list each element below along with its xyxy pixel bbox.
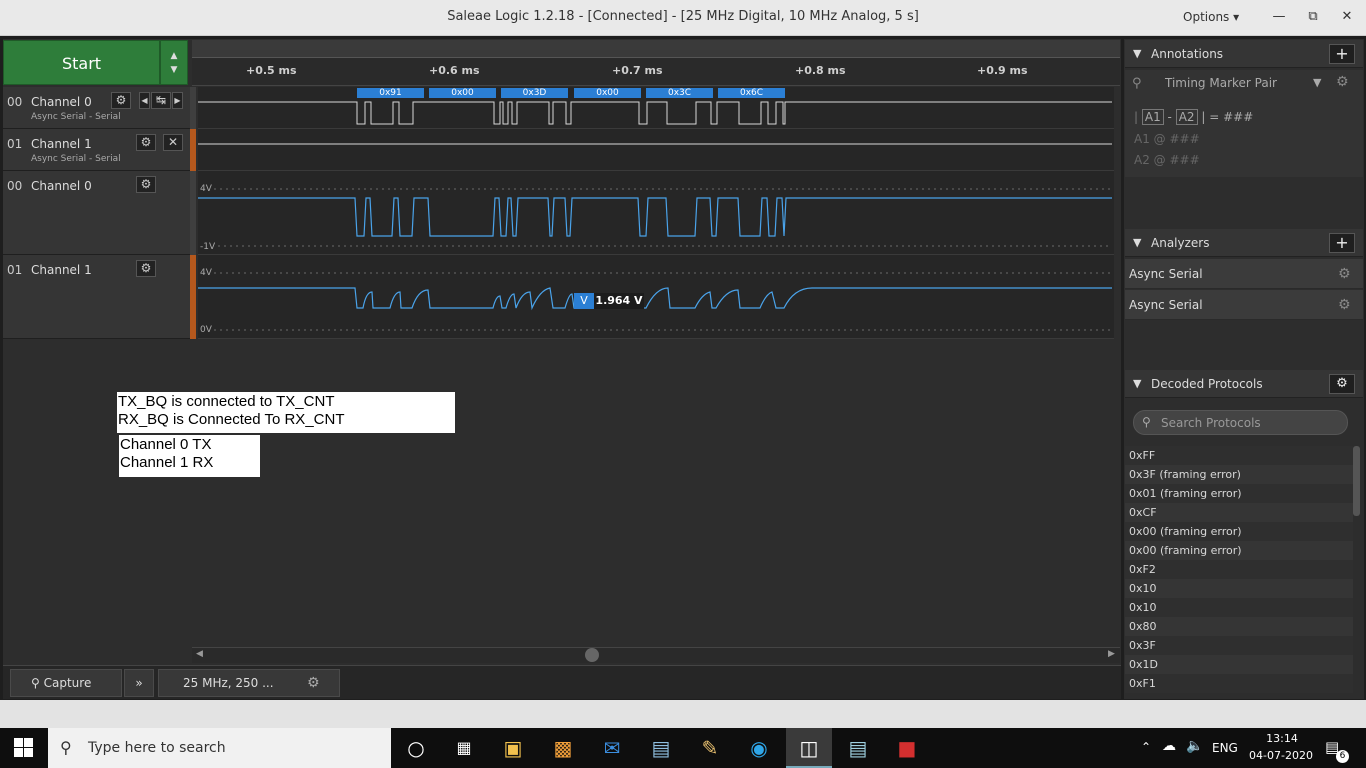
paint-icon[interactable]: ✎ — [697, 735, 723, 761]
taskbar-search-box[interactable]: ⚲ Type here to search — [48, 728, 391, 768]
marker-separator: - — [1167, 110, 1172, 124]
clock-date[interactable]: 04-07-2020 — [1246, 749, 1316, 762]
windows-start-icon[interactable] — [14, 738, 34, 758]
capture-tab[interactable]: ⚲ Capture — [10, 669, 122, 697]
analyzer-item[interactable]: Async Serial ⚙ — [1125, 290, 1363, 320]
file-explorer-icon[interactable]: ▣ — [500, 735, 526, 761]
marker-a1-a2-row: | A1 - A2 | = ### — [1134, 109, 1254, 125]
annotations-title: Annotations — [1151, 47, 1224, 61]
clock-time[interactable]: 13:14 — [1254, 732, 1310, 745]
analog-scale-top: 4V — [200, 184, 212, 194]
note-line: Channel 1 RX — [120, 454, 214, 471]
taskbar-search-placeholder: Type here to search — [88, 740, 226, 756]
analyzers-title: Analyzers — [1151, 236, 1210, 250]
decoded-protocols-header[interactable]: ▼ Decoded Protocols — [1125, 370, 1363, 398]
collapse-icon[interactable]: ▼ — [1133, 229, 1141, 257]
edge-browser-icon[interactable]: ◉ — [746, 735, 772, 761]
digital-waveform-ch0 — [198, 101, 1112, 125]
add-annotation-button[interactable]: + — [1329, 44, 1355, 64]
note-line: RX_BQ is Connected To RX_CNT — [118, 411, 345, 428]
decoded-protocol-row[interactable]: 0xCF — [1125, 503, 1353, 522]
analog-scale-bottom: 0V — [200, 325, 212, 335]
capture-rate-label: 25 MHz, 250 ... — [183, 676, 274, 690]
decoded-protocol-row[interactable]: 0x01 (framing error) — [1125, 484, 1353, 503]
marker-a2-badge[interactable]: A2 — [1175, 109, 1198, 125]
analog-scale-top: 4V — [200, 268, 212, 278]
decoded-protocol-row[interactable]: 0x3F (framing error) — [1125, 465, 1353, 484]
decoded-protocols-title: Decoded Protocols — [1151, 377, 1263, 391]
gear-icon[interactable]: ⚙ — [1329, 374, 1355, 394]
analyzer-name: Async Serial — [1129, 298, 1203, 312]
cloud-icon[interactable]: ☁ — [1162, 738, 1176, 754]
measure-value: 1.964 V — [594, 293, 644, 309]
decoded-protocol-row[interactable]: 0x1D — [1125, 655, 1353, 674]
scroll-thumb[interactable] — [585, 648, 599, 662]
decoded-protocol-row[interactable]: 0xFF — [1125, 446, 1353, 465]
analyzer-item[interactable]: Async Serial ⚙ — [1125, 259, 1363, 289]
analog-waveform-ch1 — [198, 287, 1112, 311]
decoded-protocol-row[interactable]: 0x00 (framing error) — [1125, 541, 1353, 560]
analyzers-header[interactable]: ▼ Analyzers — [1125, 229, 1363, 257]
pin-icon: ⚲ — [1132, 76, 1142, 91]
note-line: TX_BQ is connected to TX_CNT — [118, 393, 335, 410]
input-language[interactable]: ENG — [1212, 741, 1238, 755]
timing-marker-pair-label[interactable]: Timing Marker Pair — [1165, 76, 1277, 90]
search-icon: ⚲ — [1142, 415, 1151, 429]
decoded-list-scrollbar[interactable] — [1353, 446, 1360, 516]
scroll-right-icon[interactable]: ▶ — [1108, 649, 1115, 659]
double-chevron-icon: » — [135, 676, 143, 690]
status-bar — [0, 700, 1366, 728]
scroll-left-icon[interactable]: ◀ — [196, 649, 203, 659]
decoded-protocol-row[interactable]: 0x3F — [1125, 636, 1353, 655]
search-icon: ⚲ — [31, 676, 40, 690]
decoded-protocol-row[interactable]: 0xF1 — [1125, 674, 1353, 693]
dropdown-arrow-icon[interactable]: ▼ — [1313, 76, 1321, 89]
measure-symbol: V — [574, 293, 594, 309]
decoded-protocol-row[interactable]: 0x00 (framing error) — [1125, 522, 1353, 541]
gear-icon[interactable]: ⚙ — [307, 670, 320, 696]
decoded-protocol-row[interactable]: 0x80 — [1125, 617, 1353, 636]
collapse-icon[interactable]: ▼ — [1133, 40, 1141, 68]
marker-delta-value: | = ### — [1201, 110, 1254, 124]
expand-tabs-button[interactable]: » — [124, 669, 154, 697]
gear-icon[interactable]: ⚙ — [1336, 74, 1349, 90]
store-icon[interactable]: ▩ — [550, 735, 576, 761]
tray-chevron-up-icon[interactable]: ⌃ — [1141, 740, 1151, 754]
annotations-header[interactable]: ▼ Annotations — [1125, 40, 1363, 68]
capture-session-tab[interactable]: 25 MHz, 250 ... ⚙ — [158, 669, 340, 697]
task-view-icon[interactable]: ▦ — [451, 735, 477, 761]
search-icon: ⚲ — [60, 738, 72, 757]
mail-icon[interactable]: ✉ — [599, 735, 625, 761]
decoded-protocol-row[interactable]: 0x10 — [1125, 579, 1353, 598]
marker-a1-badge[interactable]: A1 — [1141, 109, 1164, 125]
analog-waveform-ch0 — [198, 197, 1112, 237]
volume-icon[interactable]: 🔈 — [1186, 738, 1203, 754]
cortana-icon[interactable]: ○ — [403, 735, 429, 761]
marker-a2-time: A2 @ ### — [1134, 153, 1200, 167]
network-app-icon[interactable]: ▤ — [648, 735, 674, 761]
analog-scale-bottom: -1V — [200, 242, 216, 252]
decoded-protocol-row[interactable]: 0x10 — [1125, 598, 1353, 617]
analyzer-name: Async Serial — [1129, 267, 1203, 281]
saleae-logic-icon[interactable]: ◫ — [796, 735, 822, 761]
notepad-icon[interactable]: ▤ — [845, 735, 871, 761]
gear-icon[interactable]: ⚙ — [1338, 290, 1351, 320]
note-line: Channel 0 TX — [120, 436, 212, 453]
collapse-icon[interactable]: ▼ — [1133, 370, 1141, 398]
decoded-protocol-row[interactable]: 0xF2 — [1125, 560, 1353, 579]
marker-a1-time: A1 @ ### — [1134, 132, 1200, 146]
horizontal-scrollbar[interactable]: ◀ ▶ — [192, 647, 1120, 663]
note-box-channels: Channel 0 TX Channel 1 RX — [119, 435, 260, 477]
notification-count-badge: 6 — [1336, 750, 1349, 763]
note-box-connections: TX_BQ is connected to TX_CNT RX_BQ is Co… — [117, 392, 455, 433]
add-analyzer-button[interactable]: + — [1329, 233, 1355, 253]
search-protocols-placeholder: Search Protocols — [1161, 416, 1261, 430]
search-protocols-field[interactable]: ⚲ Search Protocols — [1133, 410, 1348, 435]
gear-icon[interactable]: ⚙ — [1338, 259, 1351, 289]
acrobat-icon[interactable]: ■ — [894, 735, 920, 761]
capture-label: Capture — [43, 676, 92, 690]
